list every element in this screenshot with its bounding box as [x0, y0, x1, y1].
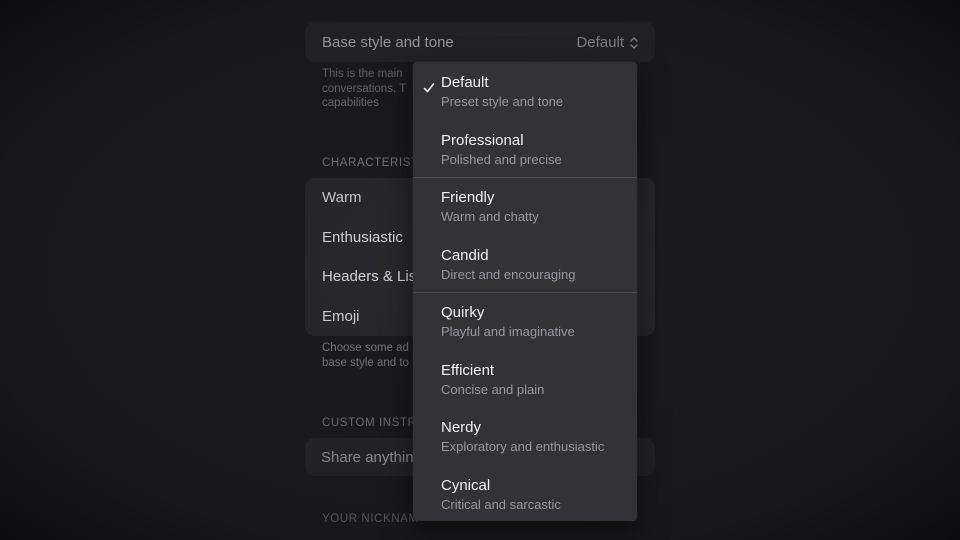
description-line: conversations. T [322, 82, 407, 95]
menu-item-title: Professional [441, 132, 524, 149]
menu-item-subtitle: Concise and plain [441, 382, 545, 397]
menu-item-efficient[interactable]: Efficient Concise and plain [413, 350, 637, 407]
base-style-dropdown-menu: Default Preset style and tone Profession… [413, 62, 637, 521]
menu-item-nerdy[interactable]: Nerdy Exploratory and enthusiastic [413, 407, 637, 464]
menu-item-subtitle: Critical and sarcastic [441, 497, 561, 512]
characteristic-emoji[interactable]: Emoji [322, 308, 418, 325]
description-line: base style and to [322, 356, 409, 369]
menu-item-quirky[interactable]: Quirky Playful and imaginative [413, 292, 637, 349]
menu-item-title: Default [441, 74, 489, 91]
description-line: capabilities [322, 97, 379, 109]
custom-instructions-header: CUSTOM INSTRU [322, 417, 417, 429]
menu-item-subtitle: Preset style and tone [441, 94, 564, 109]
characteristics-header: CHARACTERISTI [322, 157, 417, 169]
menu-item-title: Quirky [441, 304, 485, 321]
nickname-header: YOUR NICKNAME [322, 513, 417, 525]
menu-item-subtitle: Direct and encouraging [441, 267, 576, 282]
characteristics-description: Choose some ad base style and to [322, 341, 417, 370]
menu-item-candid[interactable]: Candid Direct and encouraging [413, 235, 637, 292]
menu-item-default[interactable]: Default Preset style and tone [413, 62, 637, 119]
menu-item-title: Friendly [441, 189, 495, 206]
description-line: Choose some ad [322, 342, 409, 354]
menu-item-title: Nerdy [441, 419, 482, 436]
menu-item-subtitle: Exploratory and enthusiastic [441, 439, 605, 454]
menu-item-title: Cynical [441, 477, 491, 494]
menu-item-subtitle: Warm and chatty [441, 209, 539, 224]
menu-item-subtitle: Playful and imaginative [441, 324, 575, 339]
chevron-up-down-icon [630, 36, 638, 49]
base-style-row[interactable]: Base style and tone Default [305, 22, 655, 62]
menu-item-cynical[interactable]: Cynical Critical and sarcastic [413, 465, 637, 522]
characteristic-enthusiastic[interactable]: Enthusiastic [322, 229, 418, 246]
menu-item-friendly[interactable]: Friendly Warm and chatty [413, 177, 637, 234]
base-style-picker[interactable]: Default [576, 34, 639, 51]
custom-instructions-placeholder: Share anythin [321, 449, 414, 466]
menu-item-subtitle: Polished and precise [441, 152, 562, 167]
base-style-label: Base style and tone [322, 34, 454, 51]
checkmark-icon [423, 83, 435, 93]
menu-item-title: Efficient [441, 362, 495, 379]
base-style-value: Default [576, 34, 624, 51]
characteristic-headers-lists[interactable]: Headers & Lis [322, 268, 418, 285]
description-line: This is the main [322, 68, 403, 80]
menu-item-title: Candid [441, 247, 489, 264]
base-style-description: This is the main conversations. T capabi… [322, 67, 417, 111]
menu-item-professional[interactable]: Professional Polished and precise [413, 120, 637, 177]
characteristic-warm[interactable]: Warm [322, 189, 418, 206]
